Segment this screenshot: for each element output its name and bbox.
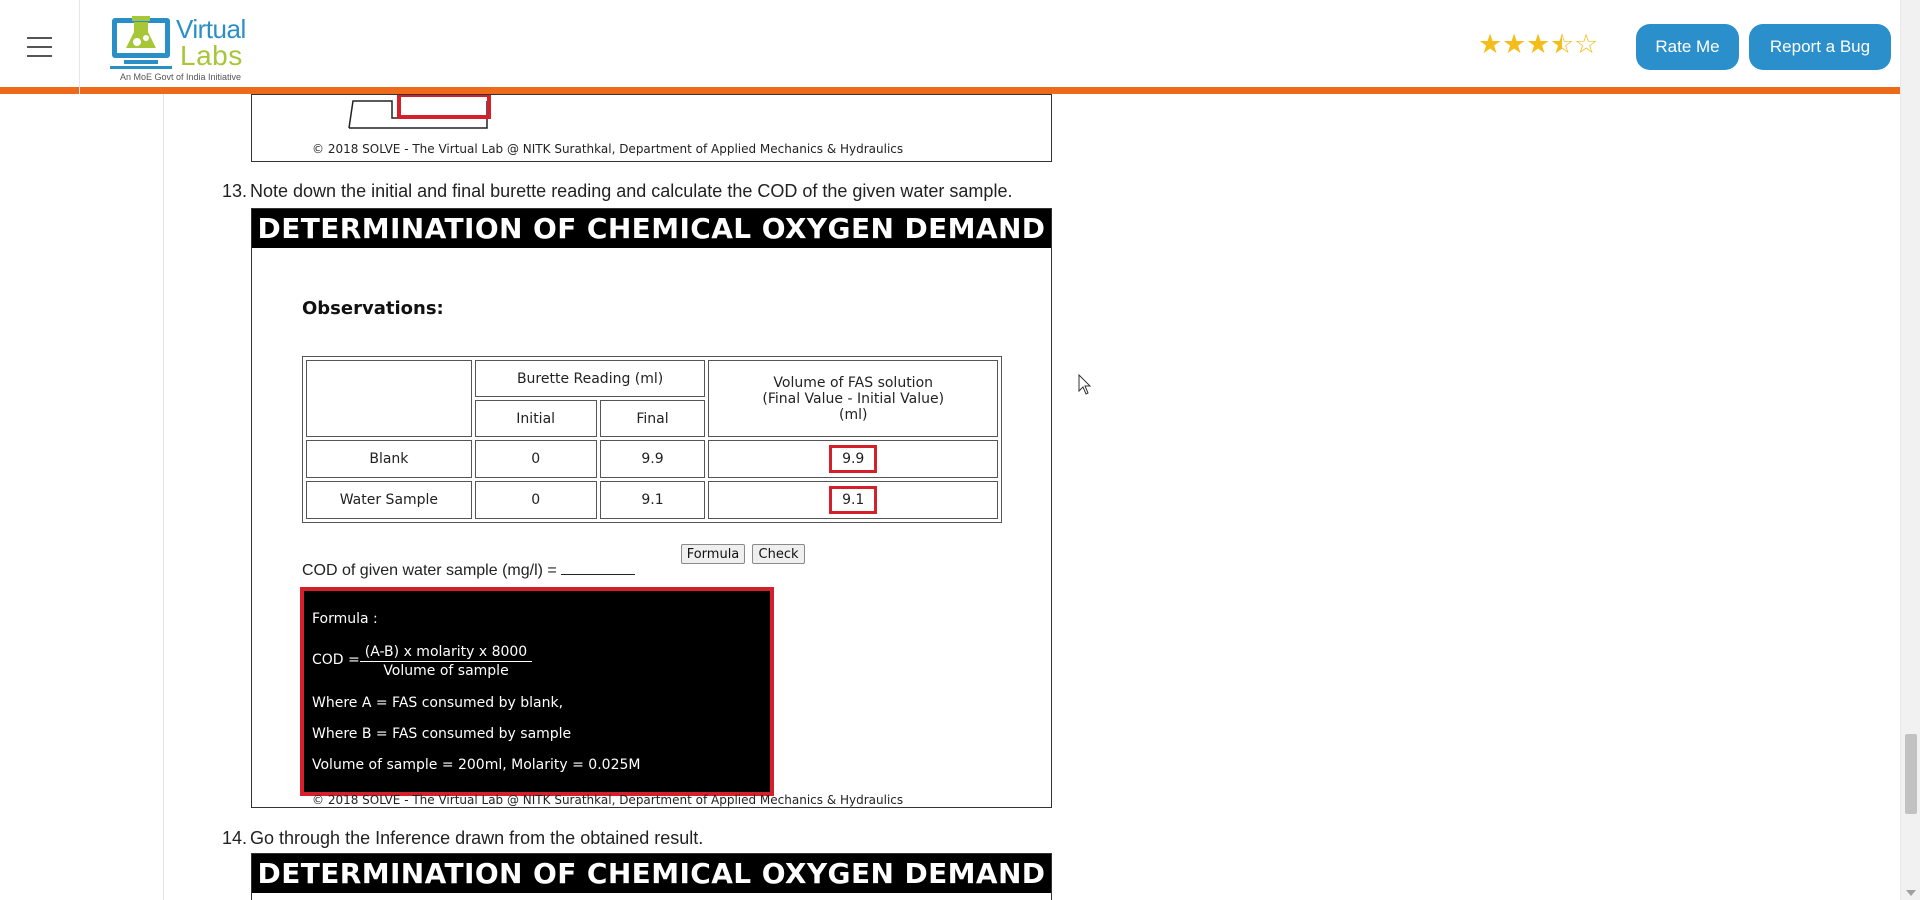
table-header-burette: Burette Reading (ml) [474, 360, 706, 397]
row-volume-cell: 9.1 [708, 481, 998, 519]
virtual-labs-logo[interactable]: Virtual Labs An MoE Govt of India Initia… [110, 8, 255, 86]
step-text: Go through the Inference drawn from the … [250, 828, 704, 848]
cod-answer-blank[interactable] [560, 561, 635, 575]
formula-button[interactable]: Formula [681, 544, 745, 564]
scrollbar-thumb[interactable] [1905, 734, 1917, 814]
mouse-pointer-icon [1078, 374, 1092, 395]
copyright-text: © 2018 SOLVE - The Virtual Lab @ NITK Su… [312, 793, 904, 807]
formula-denominator: Volume of sample [383, 663, 509, 679]
step-text: Note down the initial and final burette … [250, 181, 1013, 201]
volume-value-box: 9.1 [829, 486, 878, 514]
star-icon-filled[interactable]: ★ [1478, 31, 1502, 58]
formula-numerator: (A-B) x molarity x 8000 [360, 644, 532, 662]
table-row: Blank 0 9.9 9.9 [306, 440, 998, 478]
top-navbar: Virtual Labs An MoE Govt of India Initia… [0, 0, 1900, 94]
apparatus-drawing [348, 95, 491, 129]
step-13: 13. Note down the initial and final buret… [222, 181, 1012, 202]
logo-text-labs: Labs [180, 40, 243, 71]
simulation-frame-previous: © 2018 SOLVE - The Virtual Lab @ NITK Su… [251, 94, 1052, 162]
menu-icon-bar [27, 37, 52, 39]
cod-answer-line: COD of given water sample (mg/l) = [302, 561, 635, 580]
star-icon-empty[interactable]: ☆ [1574, 31, 1598, 58]
star-icon-filled[interactable]: ★ [1502, 31, 1526, 58]
table-header-final: Final [599, 400, 706, 437]
simulation-banner: DETERMINATION OF CHEMICAL OXYGEN DEMAND [252, 854, 1051, 893]
formula-panel: Formula : COD = (A-B) x molarity x 8000 … [300, 587, 774, 796]
flask-logo-icon [110, 16, 172, 69]
formula-volume-molarity: Volume of sample = 200ml, Molarity = 0.0… [312, 757, 641, 773]
simulation-frame-cod: DETERMINATION OF CHEMICAL OXYGEN DEMAND … [251, 208, 1052, 808]
rate-me-button[interactable]: Rate Me [1636, 24, 1739, 70]
page-scrollbar[interactable] [1900, 0, 1920, 900]
cod-label: COD of given water sample (mg/l) = [302, 562, 557, 579]
simulation-frame-inference: DETERMINATION OF CHEMICAL OXYGEN DEMAND [251, 853, 1052, 900]
observations-table: Burette Reading (ml) Volume of FAS solut… [302, 356, 1002, 523]
table-header-empty [306, 360, 472, 437]
menu-icon-bar [27, 46, 52, 48]
check-button[interactable]: Check [752, 544, 805, 564]
logo-tagline: An MoE Govt of India Initiative [120, 72, 242, 82]
volume-header-line: (Final Value - Initial Value) [762, 390, 945, 407]
menu-button[interactable] [0, 0, 80, 94]
table-header-volume: Volume of FAS solution (Final Value - In… [708, 360, 998, 437]
row-final: 9.1 [599, 481, 706, 519]
row-initial: 0 [474, 481, 597, 519]
content-left-border [163, 94, 164, 900]
volume-value-box: 9.9 [829, 445, 878, 473]
star-rating[interactable]: ★ ★ ★ ☆★ ☆ [1478, 31, 1598, 58]
row-final: 9.9 [599, 440, 706, 478]
copyright-text: © 2018 SOLVE - The Virtual Lab @ NITK Su… [312, 142, 904, 156]
formula-title: Formula : [312, 611, 378, 627]
row-volume-cell: 9.9 [708, 440, 998, 478]
formula-cod-prefix: COD = [312, 652, 360, 668]
observations-title: Observations: [302, 298, 444, 319]
scroll-down-arrow-icon[interactable] [1906, 890, 1916, 896]
table-header-initial: Initial [474, 400, 597, 437]
row-label: Water Sample [306, 481, 472, 519]
table-row: Water Sample 0 9.1 9.1 [306, 481, 998, 519]
menu-icon-bar [27, 55, 52, 57]
step-14: 14. Go through the Inference drawn from t… [222, 828, 703, 849]
volume-header-line: Volume of FAS solution [773, 374, 934, 391]
volume-header-line: (ml) [838, 406, 868, 423]
row-initial: 0 [474, 440, 597, 478]
step-number: 13. [222, 181, 248, 201]
formula-where-a: Where A = FAS consumed by blank, [312, 695, 564, 711]
step-number: 14. [222, 828, 248, 848]
row-label: Blank [306, 440, 472, 478]
report-bug-button[interactable]: Report a Bug [1749, 24, 1891, 70]
formula-where-b: Where B = FAS consumed by sample [312, 726, 572, 742]
star-icon-half[interactable]: ☆★ [1550, 31, 1574, 58]
simulation-banner: DETERMINATION OF CHEMICAL OXYGEN DEMAND [252, 209, 1051, 248]
formula-fraction: (A-B) x molarity x 8000 Volume of sample [360, 644, 532, 679]
star-icon-filled[interactable]: ★ [1526, 31, 1550, 58]
